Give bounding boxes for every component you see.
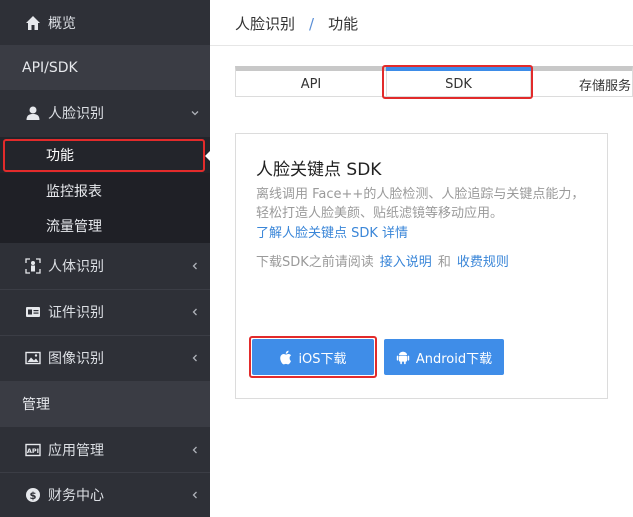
svg-text:API: API xyxy=(27,447,39,455)
breadcrumb-separator: / xyxy=(309,14,315,33)
sidebar-item-label: 财务中心 xyxy=(48,487,104,504)
chevron-left-icon xyxy=(190,490,200,500)
sidebar-item-finance[interactable]: $ 财务中心 xyxy=(0,472,210,517)
sidebar-item-app[interactable]: API 应用管理 xyxy=(0,427,210,472)
note-and: 和 xyxy=(437,255,451,270)
card-title: 人脸关键点 SDK xyxy=(256,160,382,180)
chevron-left-icon xyxy=(190,353,200,363)
android-icon xyxy=(396,350,410,365)
sidebar-item-label: 流量管理 xyxy=(46,218,102,235)
breadcrumb-parent[interactable]: 人脸识别 xyxy=(235,13,295,34)
breadcrumb-current: 功能 xyxy=(328,15,359,33)
header-divider xyxy=(210,45,633,46)
section-manage: 管理 xyxy=(0,381,210,427)
chevron-left-icon xyxy=(190,307,200,317)
user-icon xyxy=(24,104,42,122)
sidebar-item-label: 人脸识别 xyxy=(48,105,104,122)
active-caret-icon xyxy=(205,150,211,162)
sidebar-item-label: 图像识别 xyxy=(48,351,104,367)
sidebar-item-body[interactable]: 人体识别 xyxy=(0,243,210,289)
sdk-details-link[interactable]: 了解人脸关键点 SDK 详情 xyxy=(256,222,408,241)
chevron-down-icon xyxy=(190,108,200,118)
sidebar-item-label: 概览 xyxy=(48,15,76,32)
sidebar-item-monitor[interactable]: 监控报表 xyxy=(0,173,210,208)
id-card-icon xyxy=(24,303,42,321)
sidebar-item-label: 证件识别 xyxy=(48,305,104,321)
section-api-sdk: API/SDK xyxy=(0,45,210,90)
chevron-left-icon xyxy=(190,445,200,455)
sidebar-item-label: 人体识别 xyxy=(48,259,104,275)
api-icon: API xyxy=(24,441,42,459)
tab-label: API xyxy=(300,76,322,92)
pricing-rules-link[interactable]: 收费规则 xyxy=(457,251,509,270)
highlight-box xyxy=(249,336,377,378)
svg-text:$: $ xyxy=(30,491,37,502)
card-description: 离线调用 Face++的人脸检测、人脸追踪与关键点能力，轻松打造人脸美颜、贴纸滤… xyxy=(256,187,585,221)
home-icon xyxy=(24,14,42,32)
note-text: 下载SDK之前请阅读 xyxy=(256,255,374,270)
dollar-icon: $ xyxy=(24,486,42,504)
sidebar-item-id[interactable]: 证件识别 xyxy=(0,289,210,335)
tab-storage[interactable]: 存储服务 xyxy=(531,71,632,97)
breadcrumb: 人脸识别 / 功能 xyxy=(235,13,358,34)
tab-api[interactable]: API xyxy=(236,71,386,97)
sidebar-item-label: 监控报表 xyxy=(46,183,102,200)
sidebar-item-traffic[interactable]: 流量管理 xyxy=(0,208,210,243)
sidebar: 概览 API/SDK 人脸识别 功能 监控报表 流量管理 人体识别 证件识别 图… xyxy=(0,0,210,517)
section-label: 管理 xyxy=(22,397,50,413)
android-download-button[interactable]: Android下载 xyxy=(384,339,504,375)
sidebar-item-face[interactable]: 人脸识别 xyxy=(0,90,210,135)
sidebar-item-image[interactable]: 图像识别 xyxy=(0,335,210,381)
sidebar-item-label: 应用管理 xyxy=(48,442,104,459)
download-note: 下载SDK之前请阅读 接入说明 和 收费规则 xyxy=(256,251,515,270)
highlight-box xyxy=(3,139,205,172)
section-label: API/SDK xyxy=(22,59,78,76)
tab-label: 存储服务 xyxy=(579,78,632,94)
body-icon xyxy=(24,257,42,275)
image-icon xyxy=(24,349,42,367)
sidebar-item-overview[interactable]: 概览 xyxy=(0,0,210,45)
highlight-box xyxy=(382,65,533,99)
integration-guide-link[interactable]: 接入说明 xyxy=(380,251,432,270)
chevron-left-icon xyxy=(190,261,200,271)
button-label: Android下载 xyxy=(415,351,493,367)
